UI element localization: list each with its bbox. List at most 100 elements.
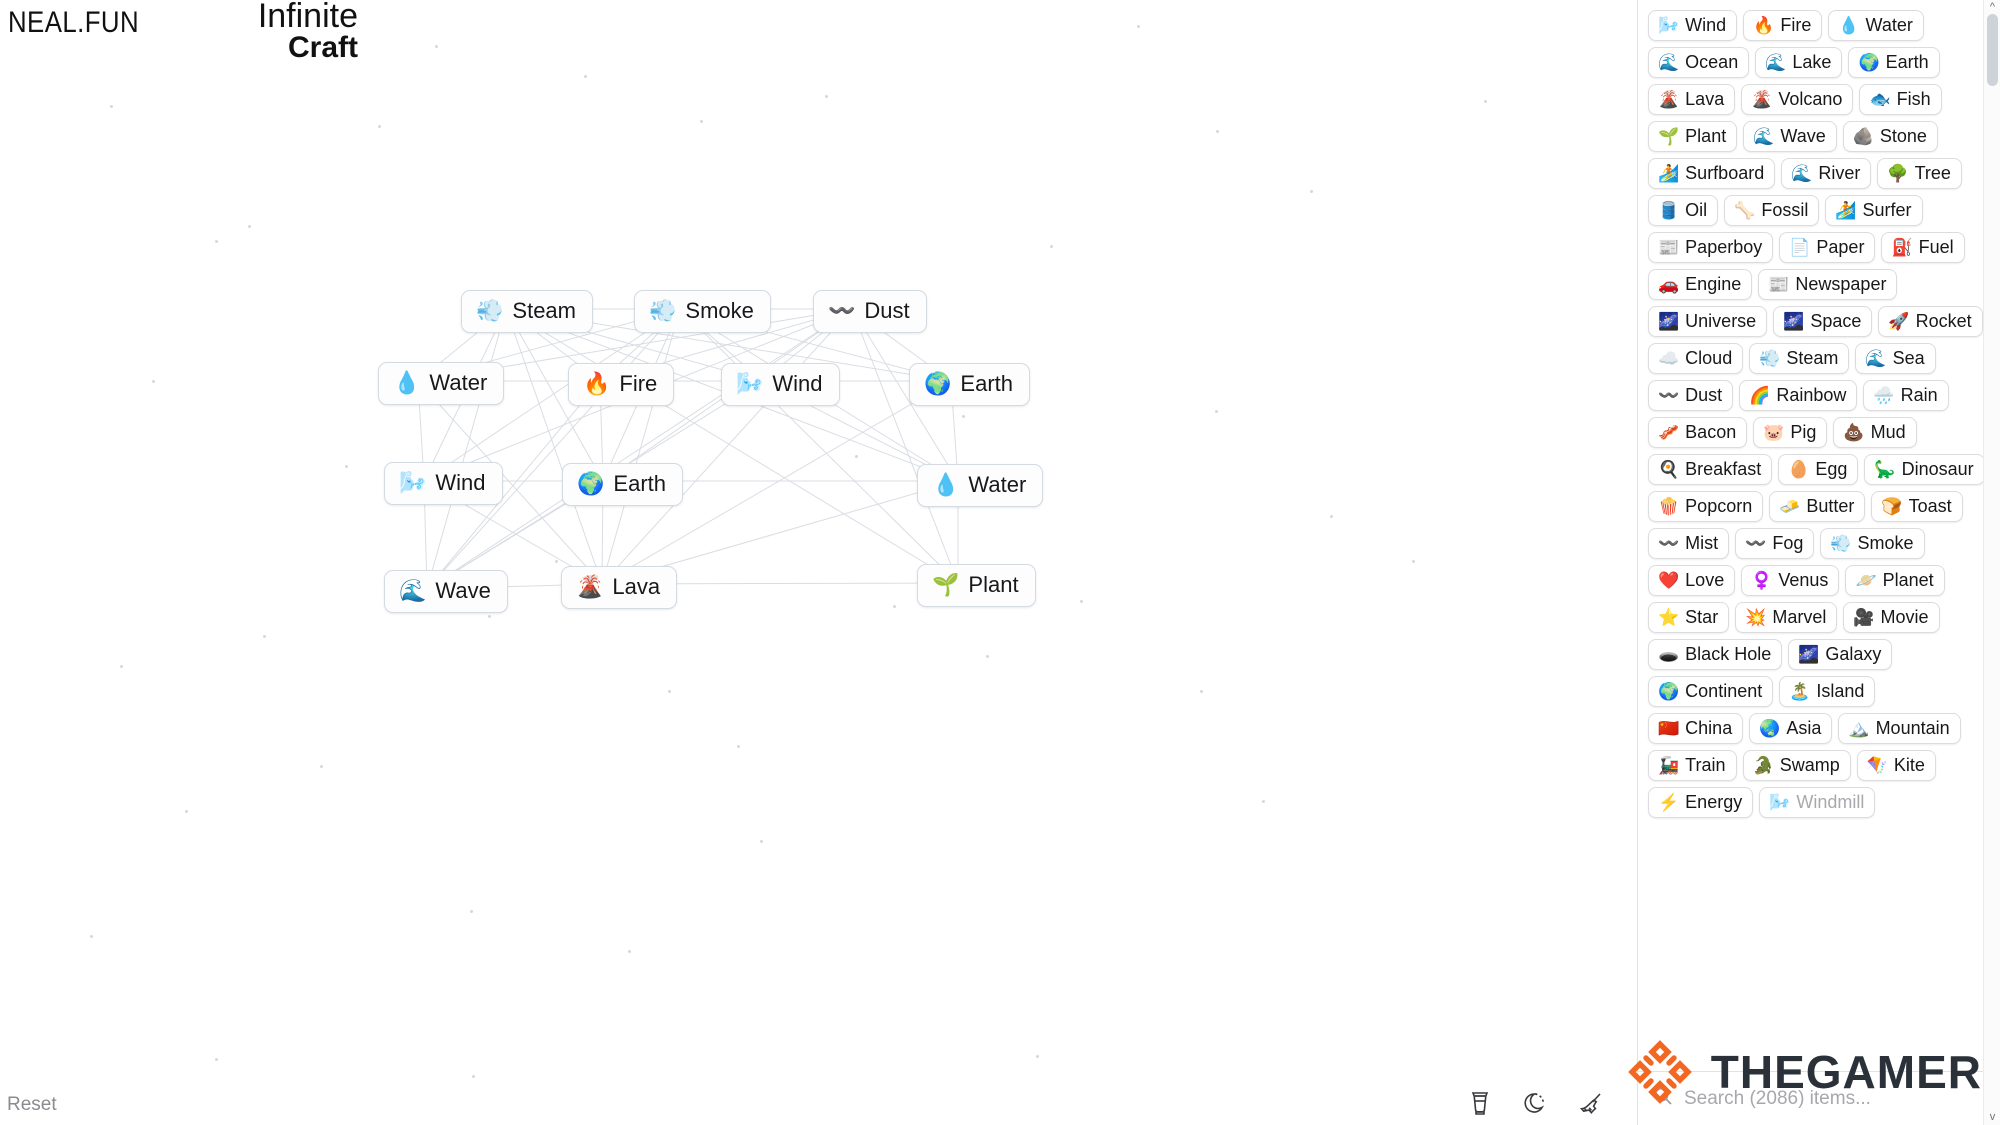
sidebar-item-asia[interactable]: 🌏 Asia xyxy=(1749,713,1833,744)
sidebar-item-star[interactable]: ⭐ Star xyxy=(1648,602,1730,633)
marvel-icon: 💥 xyxy=(1745,607,1767,627)
sidebar-item-newspaper[interactable]: 📰 Newspaper xyxy=(1758,269,1898,300)
sidebar-item-swamp[interactable]: 🐊 Swamp xyxy=(1742,750,1851,781)
sidebar-item-mist[interactable]: 〰️ Mist xyxy=(1648,528,1730,559)
sidebar-item-volcano[interactable]: 🌋 Volcano xyxy=(1741,84,1854,115)
neal-fun-logo[interactable]: NEAL.FUN xyxy=(8,6,139,40)
sidebar-item-venus[interactable]: ♀️ Venus xyxy=(1741,565,1840,596)
sidebar-item-fish[interactable]: 🐟 Fish xyxy=(1859,84,1942,115)
scroll-down-arrow[interactable]: v xyxy=(1987,1112,1998,1123)
paperboy-icon: 📰 xyxy=(1658,237,1680,257)
popcorn-icon: 🍿 xyxy=(1658,496,1680,516)
sidebar-item-river[interactable]: 🌊 River xyxy=(1781,158,1872,189)
sidebar-item-dust[interactable]: 〰️ Dust xyxy=(1648,380,1734,411)
sidebar-item-cloud[interactable]: ☁️ Cloud xyxy=(1648,343,1744,374)
sidebar-item-black-hole[interactable]: 🕳️ Black Hole xyxy=(1648,639,1783,670)
element-list[interactable]: 💧 Water 🔥 Fire 🌬️ Wind 🌍 Earth 🌊 Lake 🌊 Ocean 🐟 Fish 🌋… xyxy=(1638,0,2000,1071)
sidebar-item-fire[interactable]: 🔥 Fire xyxy=(1743,10,1823,41)
sidebar-item-universe[interactable]: 🌌 Universe xyxy=(1648,306,1768,337)
sidebar-item-ocean[interactable]: 🌊 Ocean xyxy=(1648,47,1750,78)
canvas-node-water[interactable]: 💧 Water xyxy=(378,362,505,405)
canvas-node-wave[interactable]: 🌊 Wave xyxy=(384,570,508,613)
canvas-node-fire[interactable]: 🔥 Fire xyxy=(568,363,675,406)
canvas-node-label: Fire xyxy=(619,371,658,396)
sidebar-item-mountain[interactable]: 🏔️ Mountain xyxy=(1838,713,1961,744)
sidebar-item-engine[interactable]: 🚗 Engine xyxy=(1648,269,1753,300)
wave-icon: 🌊 xyxy=(1753,126,1775,146)
canvas-node-plant[interactable]: 🌱 Plant xyxy=(917,564,1036,607)
canvas-node-wind[interactable]: 🌬️ Wind xyxy=(384,462,503,505)
sidebar-item-island[interactable]: 🏝️ Island xyxy=(1779,676,1876,707)
sidebar-item-fuel[interactable]: ⛽ Fuel xyxy=(1881,232,1965,263)
fish-icon: 🐟 xyxy=(1869,89,1891,109)
sidebar-item-earth[interactable]: 🌍 Earth xyxy=(1848,47,1940,78)
broom-icon[interactable] xyxy=(1577,1088,1607,1118)
sidebar-item-bacon[interactable]: 🥓 Bacon xyxy=(1648,417,1748,448)
crafting-canvas[interactable]: 💨 Steam 💨 Smoke 〰️ Dust 💧 Water 🔥 Fire 🌬️ Wind 🌍 Eart… xyxy=(0,0,1637,1125)
sidebar-item-rainbow[interactable]: 🌈 Rainbow xyxy=(1739,380,1858,411)
scrollbar-thumb[interactable] xyxy=(1987,14,1998,86)
oil-icon: 🛢️ xyxy=(1658,200,1680,220)
sidebar-item-train[interactable]: 🚂 Train xyxy=(1648,750,1737,781)
sidebar-item-paper[interactable]: 📄 Paper xyxy=(1779,232,1876,263)
sidebar-item-tree[interactable]: 🌳 Tree xyxy=(1877,158,1962,189)
sidebar-item-dinosaur[interactable]: 🦕 Dinosaur xyxy=(1864,454,1985,485)
search-input[interactable] xyxy=(1684,1087,1986,1110)
scroll-up-arrow[interactable]: ^ xyxy=(1987,2,1998,13)
page-scrollbar[interactable]: ^ v xyxy=(1983,0,2000,1125)
sidebar-item-space[interactable]: 🌌 Space xyxy=(1773,306,1873,337)
sidebar-item-water[interactable]: 💧 Water xyxy=(1828,10,1924,41)
sidebar-item-continent[interactable]: 🌍 Continent xyxy=(1648,676,1774,707)
sidebar-item-lake[interactable]: 🌊 Lake xyxy=(1755,47,1843,78)
sidebar-item-kite[interactable]: 🪁 Kite xyxy=(1856,750,1936,781)
canvas-node-steam[interactable]: 💨 Steam xyxy=(461,290,593,333)
sidebar-item-steam[interactable]: 💨 Steam xyxy=(1749,343,1850,374)
sidebar-item-surfer[interactable]: 🏄 Surfer xyxy=(1825,195,1923,226)
canvas-node-smoke[interactable]: 💨 Smoke xyxy=(634,290,771,333)
sidebar-item-egg[interactable]: 🥚 Egg xyxy=(1778,454,1859,485)
sidebar-item-surfboard[interactable]: 🏄 Surfboard xyxy=(1648,158,1776,189)
sidebar-item-lava[interactable]: 🌋 Lava xyxy=(1648,84,1736,115)
tree-icon: 🌳 xyxy=(1887,163,1909,183)
sidebar-item-sea[interactable]: 🌊 Sea xyxy=(1855,343,1936,374)
sidebar-item-windmill[interactable]: 🌬️ Windmill xyxy=(1759,787,1876,818)
canvas-node-earth[interactable]: 🌍 Earth xyxy=(562,463,683,506)
canvas-node-wind[interactable]: 🌬️ Wind xyxy=(721,363,840,406)
sidebar-item-marvel[interactable]: 💥 Marvel xyxy=(1735,602,1838,633)
canvas-node-water[interactable]: 💧 Water xyxy=(917,464,1044,507)
reset-button[interactable]: Reset xyxy=(7,1094,57,1116)
canvas-node-dust[interactable]: 〰️ Dust xyxy=(813,290,927,333)
sidebar-item-love[interactable]: ❤️ Love xyxy=(1648,565,1736,596)
sidebar-item-popcorn[interactable]: 🍿 Popcorn xyxy=(1648,491,1764,522)
sidebar-item-wave[interactable]: 🌊 Wave xyxy=(1743,121,1837,152)
sidebar-item-pig[interactable]: 🐷 Pig xyxy=(1753,417,1828,448)
sidebar-item-plant[interactable]: 🌱 Plant xyxy=(1648,121,1738,152)
rain-icon: 🌧️ xyxy=(1873,385,1895,405)
earth-icon: 🌍 xyxy=(577,471,605,496)
sidebar-item-wind[interactable]: 🌬️ Wind xyxy=(1648,10,1738,41)
sidebar-item-rain[interactable]: 🌧️ Rain xyxy=(1863,380,1949,411)
sidebar-item-oil[interactable]: 🛢️ Oil xyxy=(1648,195,1719,226)
canvas-node-lava[interactable]: 🌋 Lava xyxy=(561,566,678,609)
search-bar[interactable] xyxy=(1638,1071,2000,1125)
sidebar-item-butter[interactable]: 🧈 Butter xyxy=(1769,491,1866,522)
coffee-icon[interactable] xyxy=(1465,1088,1495,1118)
sidebar-item-china[interactable]: 🇨🇳 China xyxy=(1648,713,1744,744)
sidebar-item-label: Pig xyxy=(1790,422,1817,442)
sidebar-item-breakfast[interactable]: 🍳 Breakfast xyxy=(1648,454,1773,485)
sidebar-item-fog[interactable]: 〰️ Fog xyxy=(1735,528,1815,559)
sidebar-item-rocket[interactable]: 🚀 Rocket xyxy=(1878,306,1983,337)
sidebar-item-planet[interactable]: 🪐 Planet xyxy=(1845,565,1945,596)
sidebar-item-toast[interactable]: 🍞 Toast xyxy=(1871,491,1963,522)
sidebar-item-movie[interactable]: 🎥 Movie xyxy=(1843,602,1940,633)
sidebar-item-fossil[interactable]: 🦴 Fossil xyxy=(1724,195,1820,226)
sidebar-item-energy[interactable]: ⚡ Energy xyxy=(1648,787,1754,818)
sidebar-item-mud[interactable]: 💩 Mud xyxy=(1833,417,1917,448)
sidebar-item-galaxy[interactable]: 🌌 Galaxy xyxy=(1788,639,1893,670)
moon-icon[interactable] xyxy=(1521,1088,1551,1118)
canvas-node-earth[interactable]: 🌍 Earth xyxy=(909,363,1030,406)
sidebar-item-stone[interactable]: 🪨 Stone xyxy=(1842,121,1938,152)
sidebar-item-paperboy[interactable]: 📰 Paperboy xyxy=(1648,232,1774,263)
sidebar-item-smoke[interactable]: 💨 Smoke xyxy=(1820,528,1925,559)
volcano-icon: 🌋 xyxy=(1751,89,1773,109)
